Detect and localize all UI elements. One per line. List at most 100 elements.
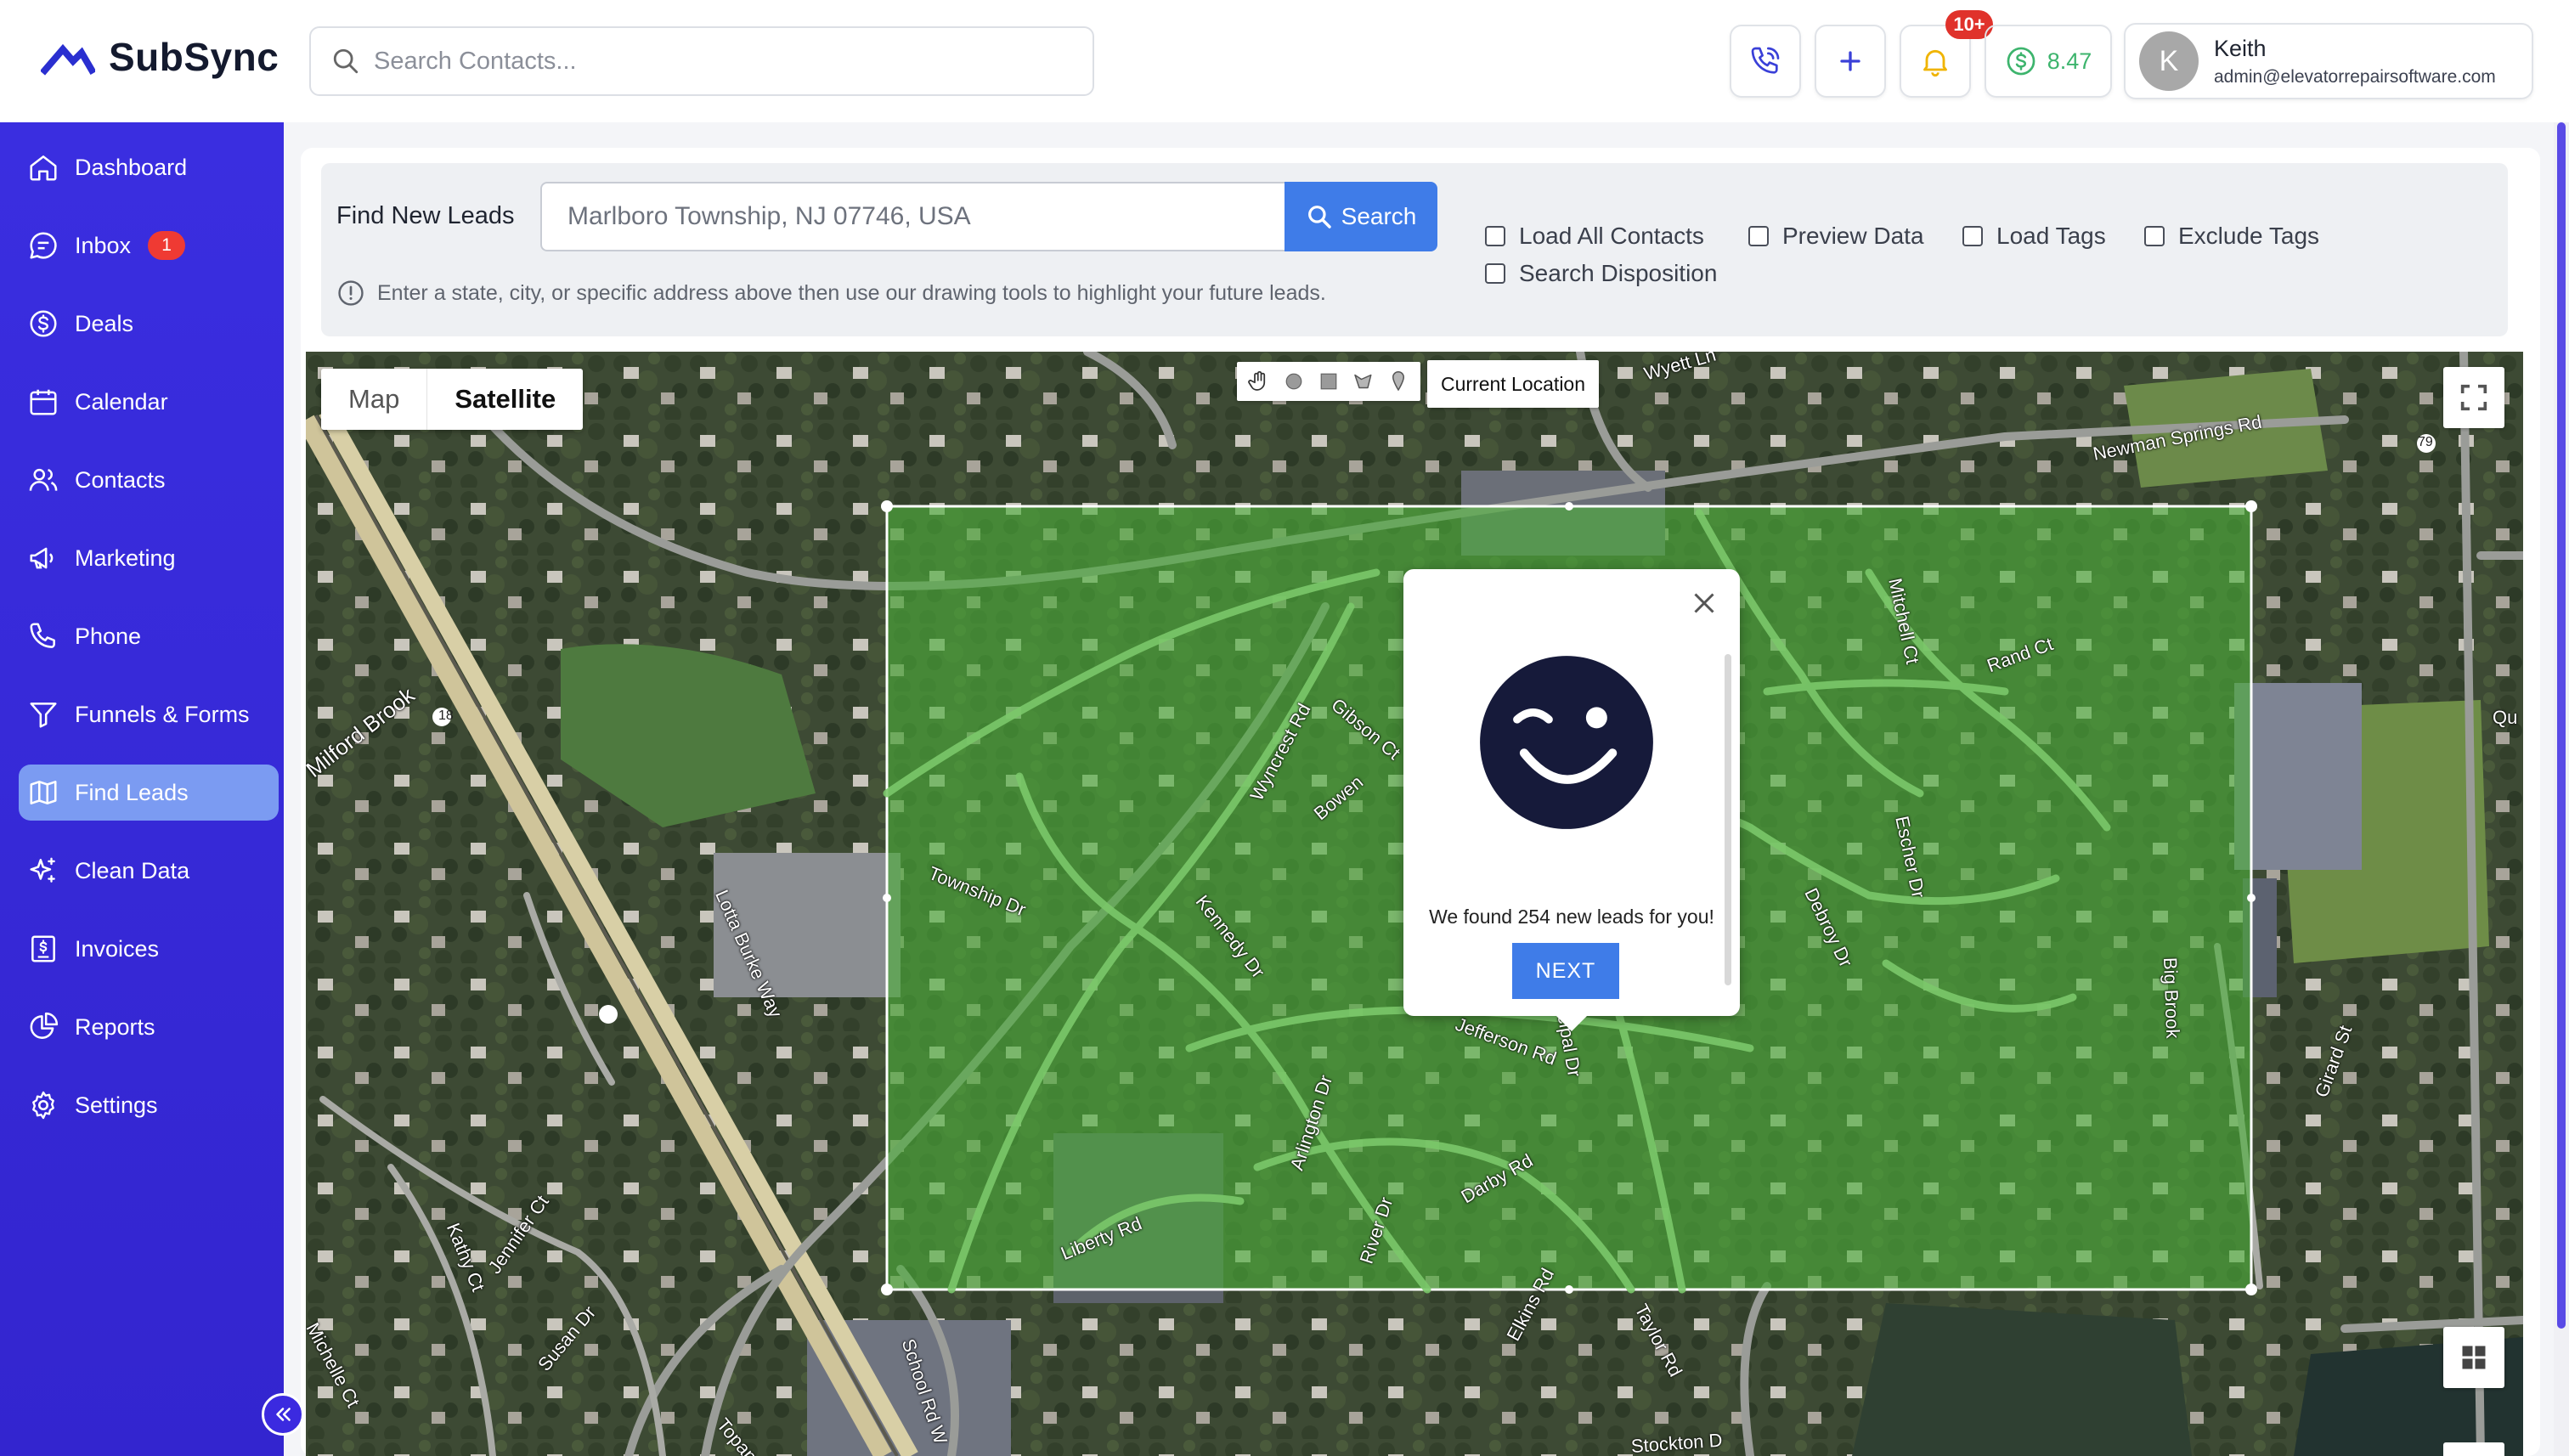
search-icon bbox=[1307, 206, 1331, 229]
fullscreen-button[interactable] bbox=[2443, 367, 2504, 428]
map-type-map-button[interactable]: Map bbox=[321, 369, 426, 430]
search-input[interactable] bbox=[374, 47, 1070, 76]
sidebar-item-label: Find Leads bbox=[75, 779, 189, 805]
dollar-circle-icon bbox=[30, 310, 57, 337]
search-icon bbox=[333, 48, 359, 74]
option-label: Preview Data bbox=[1782, 223, 1924, 249]
sidebar-item-label: Contacts bbox=[75, 466, 166, 493]
sidebar-item-label: Reports bbox=[75, 1013, 155, 1040]
checkbox[interactable] bbox=[1485, 226, 1505, 246]
inbox-badge: 1 bbox=[148, 231, 186, 260]
balance-button[interactable]: 8.47 bbox=[1985, 25, 2112, 98]
hand-icon[interactable] bbox=[1246, 369, 1272, 394]
map-layers-button[interactable] bbox=[2443, 1327, 2504, 1388]
option-label: Load Tags bbox=[1996, 223, 2106, 249]
find-leads-label: Find New Leads bbox=[336, 202, 515, 229]
checkbox[interactable] bbox=[1485, 263, 1505, 284]
popup-scrollbar[interactable] bbox=[1725, 654, 1731, 985]
app-logo[interactable]: SubSync bbox=[41, 34, 279, 80]
wink-face-icon bbox=[1480, 656, 1653, 829]
option-load-all-contacts[interactable]: Load All Contacts bbox=[1485, 223, 1704, 250]
popup-next-button[interactable]: NEXT bbox=[1512, 943, 1619, 999]
phone-icon bbox=[30, 623, 55, 648]
user-email: admin@elevatorrepairsoftware.com bbox=[2214, 66, 2496, 87]
chevrons-left-icon bbox=[276, 1408, 291, 1421]
current-location-button[interactable]: Current Location bbox=[1427, 360, 1599, 408]
sidebar: Dashboard Inbox 1 Deals Calendar Contact… bbox=[0, 122, 284, 1456]
find-leads-toolbar: Find New Leads Search Enter a state, cit… bbox=[321, 163, 2508, 336]
map-label: Qu bbox=[2493, 707, 2518, 728]
option-exclude-tags[interactable]: Exclude Tags bbox=[2144, 223, 2319, 250]
top-header: SubSync 10+ 8.47 K bbox=[0, 0, 2569, 122]
checkbox[interactable] bbox=[1748, 226, 1769, 246]
page-scrollbar[interactable] bbox=[2554, 122, 2569, 1456]
map-type-satellite-button[interactable]: Satellite bbox=[426, 369, 583, 430]
grid-icon bbox=[2462, 1346, 2486, 1369]
bell-icon bbox=[1923, 49, 1947, 76]
sidebar-item-settings[interactable]: Settings bbox=[19, 1077, 279, 1133]
sidebar-item-label: Clean Data bbox=[75, 857, 190, 883]
user-menu[interactable]: K Keith admin@elevatorrepairsoftware.com bbox=[2124, 23, 2533, 99]
main-content: Find New Leads Search Enter a state, cit… bbox=[284, 122, 2569, 1456]
sidebar-item-phone[interactable]: Phone bbox=[19, 608, 279, 664]
add-button[interactable] bbox=[1815, 25, 1886, 98]
sidebar-item-label: Funnels & Forms bbox=[75, 701, 250, 727]
polygon-tool-icon[interactable] bbox=[1351, 369, 1376, 394]
sidebar-item-funnels-forms[interactable]: Funnels & Forms bbox=[19, 686, 279, 742]
sidebar-item-label: Marketing bbox=[75, 545, 176, 571]
info-circle-icon bbox=[338, 280, 364, 306]
popup-close-button[interactable] bbox=[1689, 588, 1719, 618]
user-name: Keith bbox=[2214, 35, 2267, 61]
sidebar-item-marketing[interactable]: Marketing bbox=[19, 530, 279, 586]
map-label: Big Brook bbox=[2160, 957, 2184, 1039]
dollar-circle-icon bbox=[2007, 47, 2035, 76]
sidebar-item-find-leads[interactable]: Find Leads bbox=[19, 765, 279, 821]
megaphone-icon bbox=[30, 547, 54, 569]
leads-map[interactable]: Milford Brook Newman Springs Rd Wyett Ln… bbox=[306, 352, 2523, 1456]
hint-text: Enter a state, city, or specific address… bbox=[377, 280, 1326, 305]
contact-search[interactable] bbox=[309, 26, 1094, 96]
users-icon bbox=[29, 468, 58, 491]
circle-tool-icon[interactable] bbox=[1281, 369, 1307, 394]
checkbox[interactable] bbox=[1962, 226, 1983, 246]
fullscreen-icon bbox=[2460, 384, 2487, 411]
drawing-toolbar bbox=[1237, 362, 1420, 401]
option-label: Load All Contacts bbox=[1519, 223, 1704, 249]
sidebar-item-contacts[interactable]: Contacts bbox=[19, 452, 279, 508]
sidebar-item-clean-data[interactable]: Clean Data bbox=[19, 843, 279, 899]
location-input[interactable] bbox=[540, 182, 1286, 251]
sidebar-item-calendar[interactable]: Calendar bbox=[19, 374, 279, 430]
search-button-label: Search bbox=[1341, 203, 1417, 229]
sidebar-item-invoices[interactable]: Invoices bbox=[19, 921, 279, 977]
option-preview-data[interactable]: Preview Data bbox=[1748, 223, 1924, 250]
option-load-tags[interactable]: Load Tags bbox=[1962, 223, 2106, 250]
search-button[interactable]: Search bbox=[1284, 182, 1437, 251]
sidebar-item-label: Inbox bbox=[75, 232, 132, 258]
scrollbar-thumb[interactable] bbox=[2557, 122, 2566, 1329]
collapse-sidebar-button[interactable] bbox=[262, 1393, 304, 1436]
call-button[interactable] bbox=[1730, 25, 1801, 98]
pie-chart-icon bbox=[30, 1012, 59, 1039]
sidebar-item-inbox[interactable]: Inbox 1 bbox=[19, 217, 279, 274]
checkbox[interactable] bbox=[2144, 226, 2165, 246]
search-hint: Enter a state, city, or specific address… bbox=[336, 279, 1326, 308]
calendar-icon bbox=[30, 389, 57, 415]
sidebar-item-label: Calendar bbox=[75, 388, 168, 415]
sidebar-item-label: Phone bbox=[75, 623, 142, 649]
popup-message: We found 254 new leads for you! bbox=[1429, 906, 1714, 928]
sidebar-item-label: Dashboard bbox=[75, 154, 188, 180]
map-type-toggle: Map Satellite bbox=[321, 369, 584, 430]
sidebar-item-reports[interactable]: Reports bbox=[19, 999, 279, 1055]
option-search-disposition[interactable]: Search Disposition bbox=[1485, 260, 1717, 287]
logo-roof-icon bbox=[41, 43, 95, 76]
zoom-control[interactable] bbox=[2443, 1442, 2504, 1456]
sidebar-item-deals[interactable]: Deals bbox=[19, 296, 279, 352]
route-18-label: 18 bbox=[438, 708, 454, 723]
rectangle-tool-icon[interactable] bbox=[1316, 369, 1341, 394]
home-icon bbox=[30, 155, 57, 181]
sidebar-item-dashboard[interactable]: Dashboard bbox=[19, 139, 279, 195]
phone-call-icon bbox=[1751, 47, 1780, 74]
chat-icon bbox=[30, 232, 57, 259]
sidebar-item-label: Deals bbox=[75, 310, 134, 336]
marker-tool-icon[interactable] bbox=[1386, 369, 1411, 394]
